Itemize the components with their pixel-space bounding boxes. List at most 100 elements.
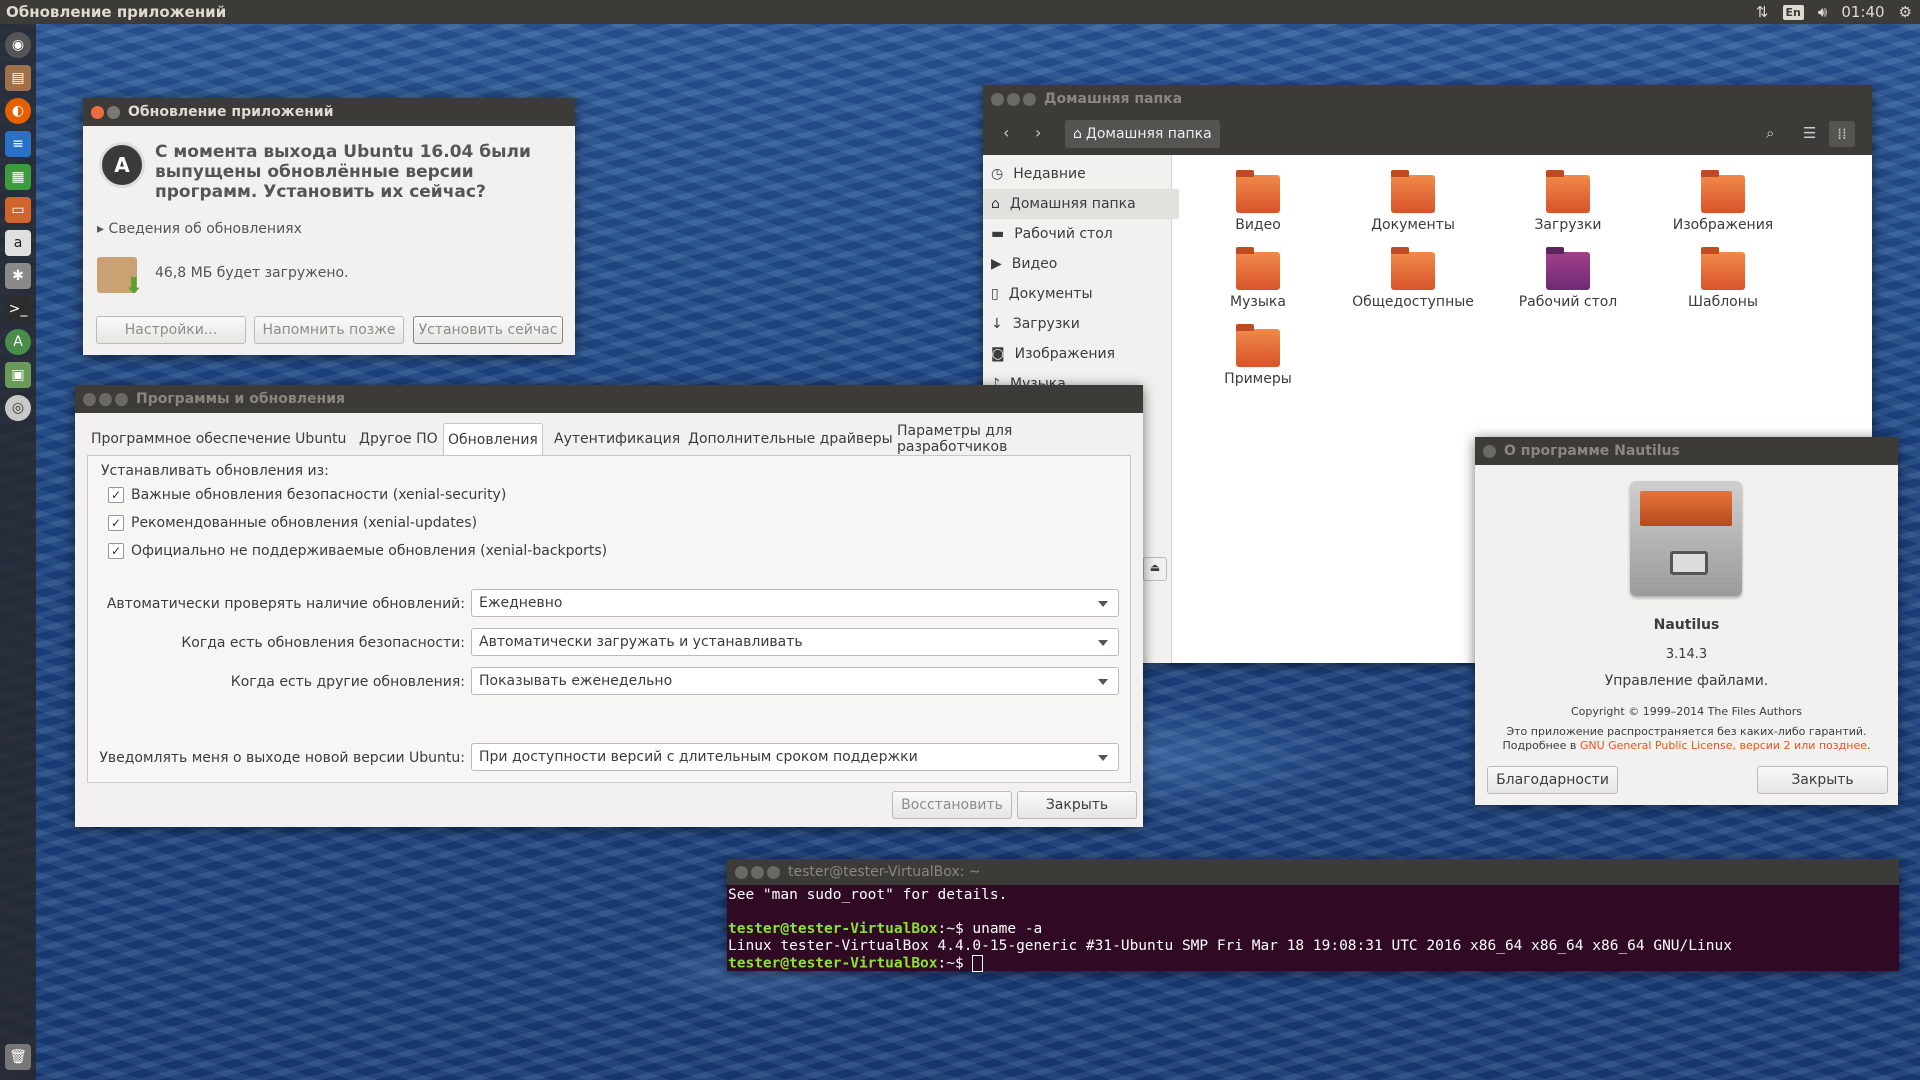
checkbox-label: Важные обновления безопасности (xenial-s… (131, 487, 507, 503)
gear-icon[interactable]: ⚙ (1899, 3, 1912, 21)
folder-icon (1391, 170, 1435, 213)
recommended-updates-checkbox[interactable]: ✓ Рекомендованные обновления (xenial-upda… (108, 515, 477, 531)
titlebar: О программе Nautilus (1475, 437, 1898, 465)
other-updates-combo[interactable]: Показывать еженедельно (471, 667, 1119, 695)
terminal-window: tester@tester-VirtualBox: ~ See "man sud… (727, 859, 1899, 973)
impress-icon[interactable]: ▭ (5, 197, 31, 223)
folder-icon (1391, 247, 1435, 290)
credits-button[interactable]: Благодарности (1487, 766, 1618, 794)
close-icon[interactable] (83, 392, 96, 406)
top-panel: Обновление приложений ⇅ En 🔊︎ 01:40 ⚙ (0, 0, 1920, 24)
tab-other-software[interactable]: Другое ПО (355, 423, 442, 455)
window-title: Обновление приложений (128, 104, 334, 120)
check-frequency-combo[interactable]: Ежедневно (471, 589, 1119, 617)
calc-icon[interactable]: ▦ (5, 164, 31, 190)
back-icon[interactable]: ‹ (1003, 123, 1009, 142)
network-icon[interactable]: ⇅ (1756, 3, 1769, 21)
maximize-icon[interactable] (1023, 92, 1036, 106)
release-notify-combo[interactable]: При доступности версий с длительным срок… (471, 743, 1119, 771)
minimize-icon[interactable] (107, 105, 120, 119)
path-bar-home[interactable]: ⌂ Домашняя папка (1065, 120, 1220, 148)
window-title: Программы и обновления (136, 391, 346, 407)
files-icon[interactable]: ▤ (5, 65, 31, 91)
remind-later-button[interactable]: Напомнить позже (254, 316, 404, 344)
terminal-command-line: tester@tester-VirtualBox:~$ uname -a (727, 921, 1899, 938)
chevron-down-icon (1098, 640, 1108, 646)
terminal-output[interactable]: See "man sudo_root" for details. tester@… (727, 885, 1899, 973)
command: :~$ uname -a (937, 921, 1043, 937)
volume-icon[interactable]: 🔊︎ (1818, 3, 1827, 21)
sidebar-item-home[interactable]: ⌂ Домашняя папка (983, 189, 1179, 219)
home-icon: ⌂ (1073, 126, 1082, 142)
folder-desktop[interactable]: Рабочий стол (1493, 247, 1643, 310)
folder-public[interactable]: Общедоступные (1338, 247, 1488, 310)
security-updates-combo[interactable]: Автоматически загружать и устанавливать (471, 628, 1119, 656)
dash-icon[interactable]: ◉ (5, 32, 31, 58)
security-updates-checkbox[interactable]: ✓ Важные обновления безопасности (xenial-… (108, 487, 506, 503)
sidebar-item-downloads[interactable]: ↓ Загрузки (991, 309, 1171, 339)
close-button[interactable]: Закрыть (1017, 791, 1137, 819)
folder-pictures[interactable]: Изображения (1648, 170, 1798, 233)
dvd-icon[interactable]: ◎ (5, 395, 31, 421)
close-icon[interactable] (1483, 444, 1496, 458)
keyboard-layout-indicator[interactable]: En (1782, 4, 1804, 20)
tab-ubuntu-software[interactable]: Программное обеспечение Ubuntu (87, 423, 350, 455)
close-icon[interactable] (991, 92, 1004, 106)
image-icon[interactable]: ▣ (5, 362, 31, 388)
clock[interactable]: 01:40 (1841, 3, 1884, 21)
titlebar: Обновление приложений (83, 98, 575, 126)
backports-checkbox[interactable]: ✓ Официально не поддерживаемые обновления… (108, 543, 607, 559)
sidebar-item-desktop[interactable]: ▬ Рабочий стол (991, 219, 1171, 249)
updater-icon[interactable]: A (5, 329, 31, 355)
sidebar-item-videos[interactable]: ▶ Видео (991, 249, 1171, 279)
tab-developer-options[interactable]: Параметры для разработчиков (893, 423, 1131, 455)
forward-icon[interactable]: › (1035, 123, 1041, 142)
about-nautilus-dialog: О программе Nautilus Nautilus 3.14.3 Упр… (1475, 437, 1898, 805)
titlebar: tester@tester-VirtualBox: ~ (727, 859, 1899, 885)
active-app-title: Обновление приложений (6, 3, 227, 21)
sidebar-item-documents[interactable]: ▯ Документы (991, 279, 1171, 309)
terminal-icon[interactable]: >_ (5, 296, 31, 322)
revert-button[interactable]: Восстановить (892, 791, 1012, 819)
desktop-icon: ▬ (991, 226, 1005, 242)
minimize-icon[interactable] (99, 392, 112, 406)
close-button[interactable]: Закрыть (1757, 766, 1888, 794)
tab-authentication[interactable]: Аутентификация (550, 423, 684, 455)
minimize-icon[interactable] (751, 865, 764, 879)
close-icon[interactable] (91, 105, 104, 119)
folder-templates[interactable]: Шаблоны (1648, 247, 1798, 310)
eject-icon[interactable]: ⏏ (1143, 557, 1167, 581)
tab-additional-drivers[interactable]: Дополнительные драйверы (684, 423, 897, 455)
tab-bar: Программное обеспечение Ubuntu Другое ПО… (87, 423, 1131, 456)
launcher: ◉ ▤ ◐ ≡ ▦ ▭ a ✱ >_ A ▣ ◎ 🗑︎ (0, 24, 36, 1080)
folder-downloads[interactable]: Загрузки (1493, 170, 1643, 233)
settings-icon[interactable]: ✱ (5, 263, 31, 289)
folder-icon (1701, 170, 1745, 213)
sidebar-item-pictures[interactable]: ◙ Изображения (991, 339, 1171, 369)
folder-label: Музыка (1230, 294, 1286, 310)
install-now-button[interactable]: Установить сейчас (413, 316, 563, 344)
license-link[interactable]: GNU General Public License, версии 2 или… (1580, 739, 1867, 752)
settings-button[interactable]: Настройки... (96, 316, 246, 344)
folder-documents[interactable]: Документы (1338, 170, 1488, 233)
firefox-icon[interactable]: ◐ (5, 98, 31, 124)
details-expander[interactable]: ▸ Сведения об обновлениях (97, 221, 302, 237)
list-view-icon[interactable]: ☰ (1803, 124, 1816, 142)
folder-videos[interactable]: Видео (1183, 170, 1333, 233)
sidebar-item-recent[interactable]: ◷ Недавние (991, 159, 1171, 189)
grid-view-icon[interactable]: ⁞⁞ (1829, 121, 1855, 147)
folder-music[interactable]: Музыка (1183, 247, 1333, 310)
tab-updates[interactable]: Обновления (443, 423, 543, 456)
amazon-icon[interactable]: a (5, 230, 31, 256)
minimize-icon[interactable] (1007, 92, 1020, 106)
close-icon[interactable] (735, 865, 748, 879)
maximize-icon[interactable] (115, 392, 128, 406)
search-icon[interactable]: ⌕ (1766, 124, 1774, 142)
folder-label: Изображения (1672, 217, 1774, 233)
writer-icon[interactable]: ≡ (5, 131, 31, 157)
window-title: tester@tester-VirtualBox: ~ (788, 864, 981, 880)
trash-icon[interactable]: 🗑︎ (5, 1044, 31, 1070)
checkbox-label: Официально не поддерживаемые обновления … (131, 543, 608, 559)
maximize-icon[interactable] (767, 865, 780, 879)
folder-examples[interactable]: Примеры (1183, 324, 1333, 387)
